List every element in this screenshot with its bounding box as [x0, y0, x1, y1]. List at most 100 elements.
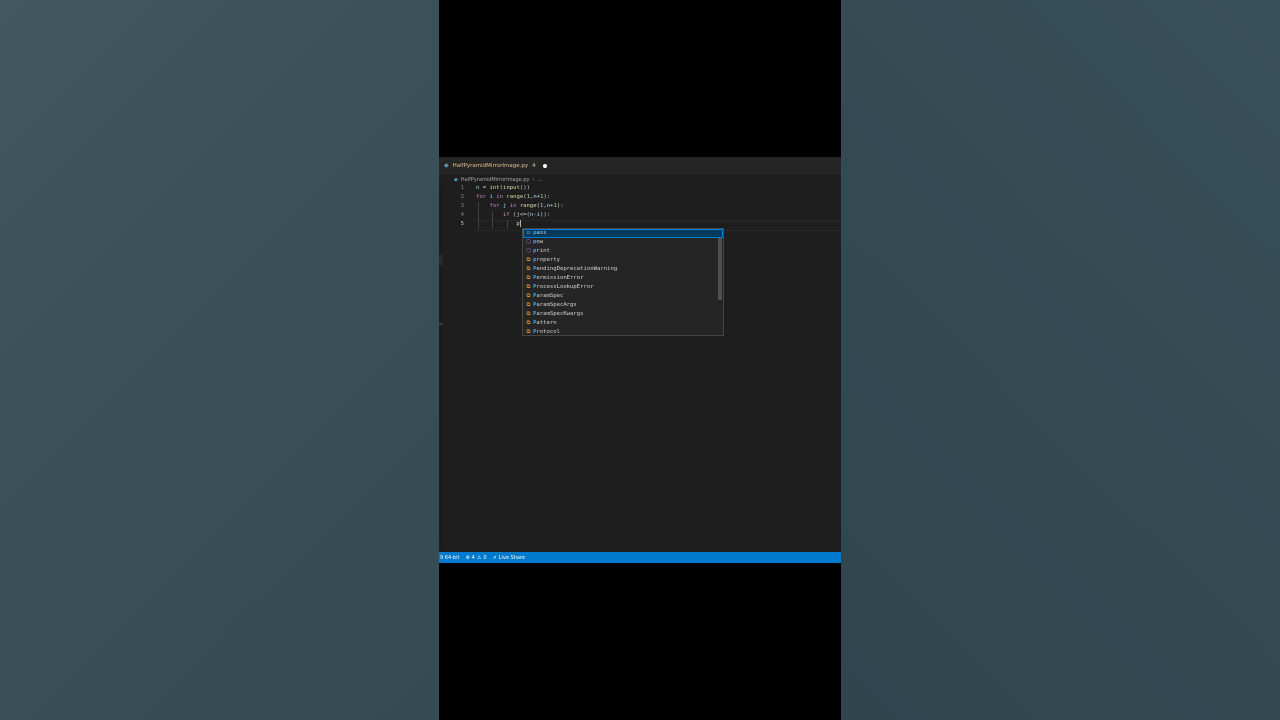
code-text: for j in range(1,n+1):: [476, 202, 564, 211]
suggestion-label: property: [533, 256, 560, 265]
python-interpreter-item[interactable]: 9 64-bit: [440, 555, 459, 561]
suggestion-item[interactable]: ⧉ PendingDeprecationWarning: [523, 265, 723, 274]
code-line[interactable]: 3 for j in range(1,n+1):: [439, 202, 841, 211]
activity-strip: [439, 185, 443, 551]
python-file-icon: ◆: [454, 176, 458, 183]
suggestion-label: pow: [533, 238, 543, 247]
line-number: 1: [460, 185, 464, 191]
code-token: range: [519, 203, 537, 209]
breadcrumb-file[interactable]: HalfPyramidMirrorImage.py: [461, 177, 530, 183]
class-icon: ⧉: [526, 257, 531, 263]
method-icon: ⬡: [526, 248, 531, 254]
class-icon: ⧉: [526, 275, 531, 281]
code-token: in: [509, 203, 520, 209]
unsaved-dot-icon[interactable]: [542, 163, 547, 168]
suggestion-label: PendingDeprecationWarning: [533, 265, 617, 274]
activity-marker: [439, 323, 443, 325]
code-token: ):: [543, 194, 551, 200]
class-icon: ⧉: [526, 302, 531, 308]
suggestion-rest: aramSpecKwargs: [536, 311, 584, 317]
code-token: =: [482, 185, 490, 191]
problems-item[interactable]: ⊗ 4 ⚠ 0: [465, 555, 486, 561]
video-pillarbox-right: [841, 0, 1280, 720]
code-line[interactable]: 2 for i in range(1,n+1):: [439, 193, 841, 202]
line-number: 4: [460, 212, 464, 218]
code-token: j: [502, 203, 510, 209]
breadcrumb: ◆ HalfPyramidMirrorImage.py › ...: [454, 175, 542, 184]
suggestion-rest: endingDeprecationWarning: [536, 266, 618, 272]
warning-count: 0: [483, 554, 487, 561]
suggestion-rest: attern: [536, 320, 557, 326]
code-token: ()): [519, 185, 530, 191]
breadcrumb-trail[interactable]: ...: [537, 177, 542, 183]
code-token: in: [496, 194, 507, 200]
suggestion-rest: ermissionError: [536, 275, 584, 281]
code-token: )):: [540, 212, 551, 218]
code-token: if: [476, 212, 514, 218]
suggestion-rest: ass: [536, 230, 547, 236]
code-token: input: [502, 185, 520, 191]
suggestion-item[interactable]: ⧉ ParamSpecKwargs: [523, 310, 723, 319]
code-line[interactable]: 4 if (j<=(n-i)):: [439, 211, 841, 220]
line-number: 2: [460, 194, 464, 200]
suggestion-label: Pattern: [533, 319, 557, 328]
vscode-window: ◆ HalfPyramidMirrorImage.py 4 ◆ HalfPyra…: [439, 157, 841, 563]
suggestion-item[interactable]: ⧉ ParamSpecArgs: [523, 301, 723, 310]
status-bar: 9 64-bit ⊗ 4 ⚠ 0 ⇗ Live Share: [439, 552, 841, 563]
code-editor[interactable]: 1 n = int(input()) 2 for i in range(1,n+1):…: [439, 184, 841, 231]
code-token: range: [506, 194, 524, 200]
suggestion-item[interactable]: ⧉ property: [523, 256, 723, 265]
code-line[interactable]: 1 n = int(input()): [439, 184, 841, 193]
line-number: 5: [460, 221, 464, 227]
keyword-icon: ▭: [526, 230, 531, 236]
editor-tab[interactable]: ◆ HalfPyramidMirrorImage.py 4: [444, 158, 547, 173]
suggestion-item[interactable]: ⧉ Protocol: [523, 328, 723, 337]
class-icon: ⧉: [526, 284, 531, 290]
live-share-item[interactable]: ⇗ Live Share: [493, 555, 525, 561]
suggestion-label: ParamSpecArgs: [533, 301, 577, 310]
video-frame: ◆ HalfPyramidMirrorImage.py 4 ◆ HalfPyra…: [439, 0, 841, 720]
class-icon: ⧉: [526, 293, 531, 299]
class-icon: ⧉: [526, 266, 531, 272]
error-count: 4: [471, 554, 475, 561]
suggestion-rest: ow: [536, 239, 544, 245]
activity-marker: [439, 255, 443, 265]
code-text: if (j<=(n-i)):: [476, 211, 550, 220]
suggestion-rest: rint: [536, 248, 550, 254]
autocomplete-widget[interactable]: ▭ pass ⬡ pow ⬡ print ⧉ property ⧉ PendingDeprecat…: [522, 228, 724, 336]
suggestion-label: ProcessLookupError: [533, 283, 594, 292]
suggestion-item[interactable]: ⧉ ParamSpec: [523, 292, 723, 301]
code-text: p: [476, 220, 521, 229]
code-token: ):: [556, 203, 564, 209]
suggestion-label: ParamSpecKwargs: [533, 310, 584, 319]
class-icon: ⧉: [526, 329, 531, 335]
code-token: for: [476, 194, 490, 200]
suggestion-item[interactable]: ⬡ print: [523, 247, 723, 256]
suggestion-item[interactable]: ⬡ pow: [523, 238, 723, 247]
suggestion-item[interactable]: ⧉ PermissionError: [523, 274, 723, 283]
suggestion-rest: aramSpecArgs: [536, 302, 577, 308]
interpreter-label: 9 64-bit: [440, 554, 460, 561]
video-pillarbox-left: [0, 0, 439, 720]
text-cursor: [519, 220, 521, 227]
code-text: for i in range(1,n+1):: [476, 193, 550, 202]
suggestion-item[interactable]: ⧉ Pattern: [523, 319, 723, 328]
code-token: for: [476, 203, 503, 209]
suggestion-rest: rotocol: [536, 329, 560, 335]
suggestion-label: ParamSpec: [533, 292, 563, 301]
suggestion-item[interactable]: ⧉ ProcessLookupError: [523, 283, 723, 292]
python-file-icon: ◆: [444, 162, 449, 169]
suggestion-item[interactable]: ▭ pass: [523, 229, 723, 238]
class-icon: ⧉: [526, 311, 531, 317]
live-share-label: Live Share: [498, 554, 525, 561]
suggestion-label: pass: [533, 229, 546, 238]
tab-filename: HalfPyramidMirrorImage.py: [452, 162, 529, 169]
breadcrumb-separator-icon: ›: [532, 176, 535, 183]
suggestion-label: Protocol: [533, 328, 560, 337]
editor-tab-bar: ◆ HalfPyramidMirrorImage.py 4: [439, 157, 841, 174]
suggestion-label: PermissionError: [533, 274, 584, 283]
class-icon: ⧉: [526, 320, 531, 326]
tab-problem-count: 4: [532, 162, 536, 169]
warning-icon: ⚠: [476, 554, 482, 561]
suggestion-rest: rocessLookupError: [536, 284, 594, 290]
